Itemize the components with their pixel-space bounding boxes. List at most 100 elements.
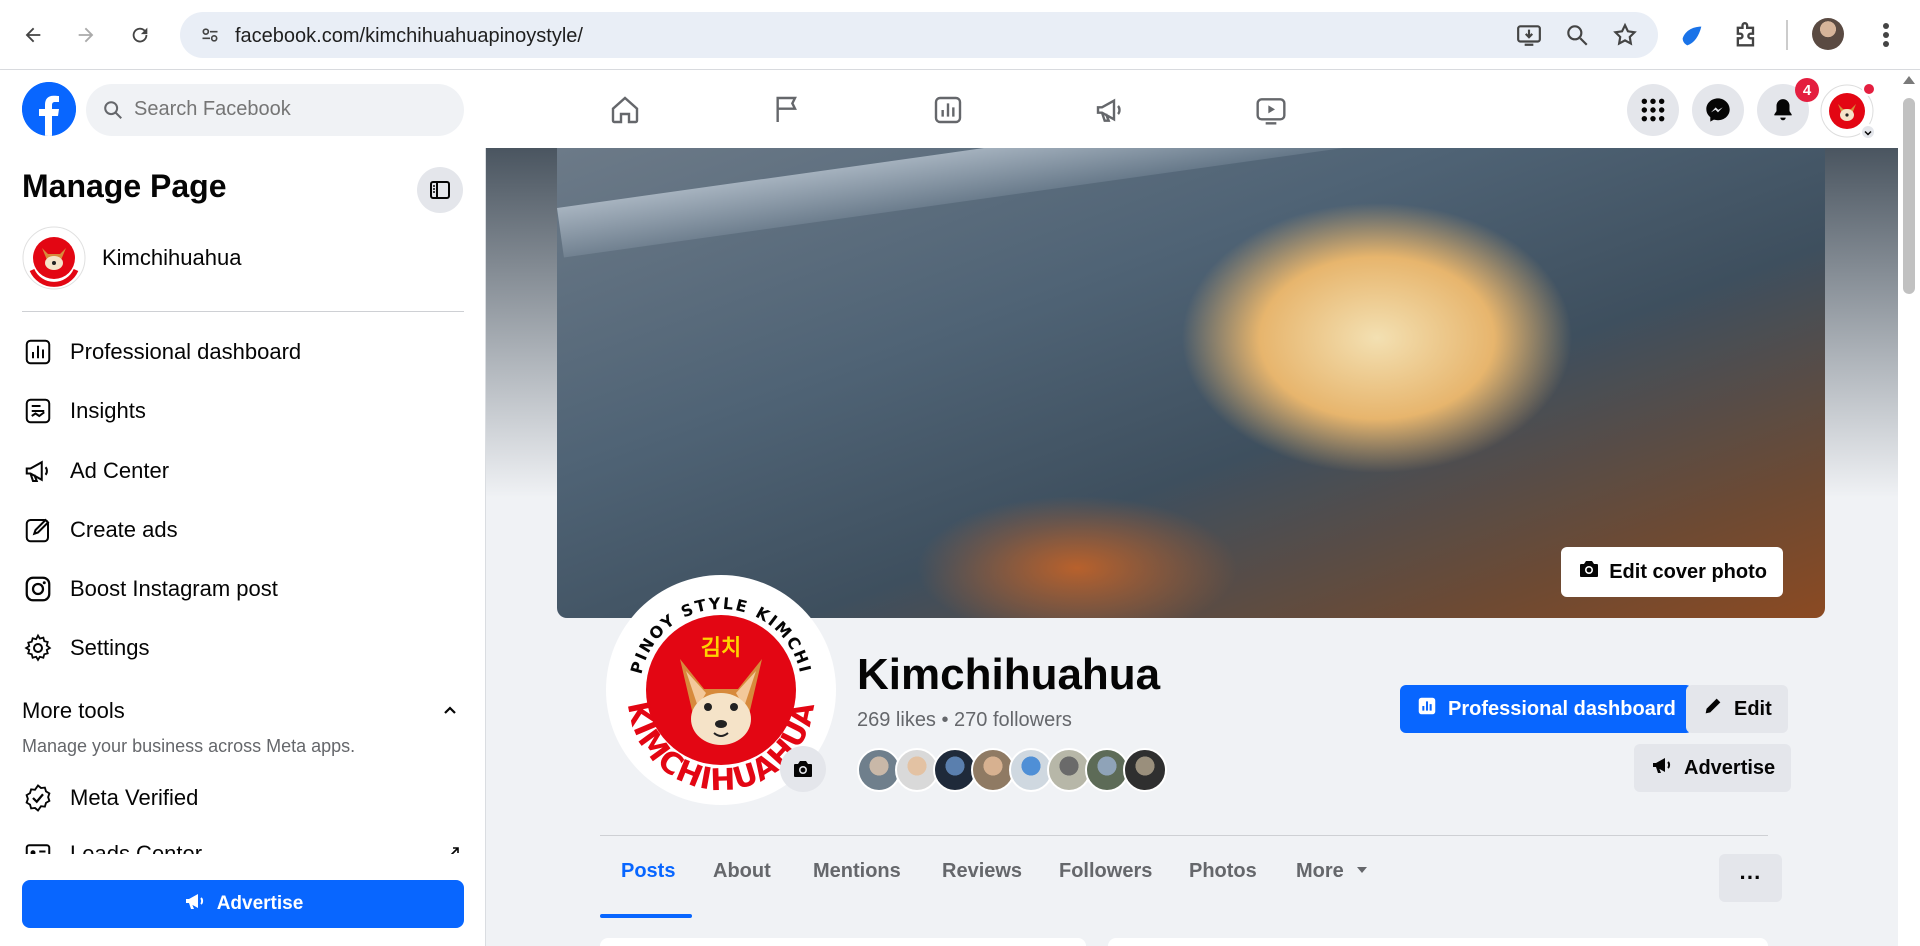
collapse-sidebar-icon[interactable] (417, 167, 463, 213)
page-scrollbar[interactable] (1898, 70, 1920, 946)
search-icon (102, 99, 124, 126)
address-bar[interactable]: facebook.com/kimchihuahuapinoystyle/ (180, 12, 1658, 58)
tab-more[interactable]: More (1296, 860, 1369, 883)
logo-korean-text: 김치 (701, 636, 741, 661)
sidebar-item-label: Insights (70, 398, 146, 423)
active-tab-indicator (600, 914, 692, 918)
site-info-icon[interactable] (200, 25, 220, 50)
back-icon[interactable] (16, 18, 50, 52)
sidebar-item-meta-verified[interactable]: Meta Verified (22, 776, 464, 820)
page-title: Kimchihuahua (857, 650, 1161, 699)
sidebar-item-label: Boost Instagram post (70, 576, 278, 601)
reload-icon[interactable] (123, 18, 157, 52)
edit-button[interactable]: Edit (1686, 685, 1788, 733)
megaphone-icon (1650, 753, 1674, 783)
browser-toolbar: facebook.com/kimchihuahuapinoystyle/ (0, 0, 1920, 70)
dashboard-icon (1416, 695, 1438, 723)
sidebar-item-create-ads[interactable]: Create ads (22, 508, 464, 552)
notification-badge: 4 (1795, 78, 1819, 102)
notifications-bell-icon[interactable]: 4 (1757, 78, 1819, 136)
more-options-button[interactable]: ··· (1719, 854, 1782, 902)
tab-photos[interactable]: Photos (1189, 860, 1257, 883)
tab-about[interactable]: About (713, 860, 771, 883)
facebook-logo-icon[interactable] (22, 82, 76, 136)
edit-cover-label: Edit cover photo (1609, 560, 1767, 583)
tab-reviews[interactable]: Reviews (942, 860, 1022, 883)
scroll-up-icon[interactable] (1903, 76, 1915, 84)
pencil-icon (22, 514, 54, 546)
page-stats[interactable]: 269 likes • 270 followers (857, 709, 1072, 732)
advertise-label: Advertise (1684, 756, 1776, 779)
sidebar-item-label: Settings (70, 635, 150, 660)
sidebar-page-name: Kimchihuahua (102, 245, 242, 270)
account-avatar[interactable] (1820, 82, 1876, 140)
facebook-search[interactable] (86, 84, 464, 136)
zoom-icon[interactable] (1564, 22, 1590, 53)
sidebar-item-ad-center[interactable]: Ad Center (22, 449, 464, 493)
cover-photo[interactable]: Edit cover photo (557, 148, 1825, 618)
caret-down-icon (1357, 867, 1368, 873)
chrome-profile-avatar[interactable] (1812, 18, 1844, 50)
page-main: Edit cover photo PINOY STYLE KIMCHI KIMC… (486, 148, 1898, 946)
sidebar-page-switcher[interactable]: Kimchihuahua (22, 226, 241, 290)
tab-mentions[interactable]: Mentions (813, 860, 901, 883)
pencil-icon (1702, 695, 1724, 723)
edit-cover-photo-button[interactable]: Edit cover photo (1561, 547, 1783, 597)
intro-card (600, 938, 1086, 946)
professional-dashboard-label: Professional dashboard (1448, 697, 1676, 720)
url-text[interactable]: facebook.com/kimchihuahuapinoystyle/ (235, 25, 583, 48)
sidebar-item-label: Meta Verified (70, 785, 199, 810)
tab-more-label: More (1296, 860, 1344, 882)
video-icon[interactable] (1251, 90, 1291, 130)
account-chevron-icon[interactable] (1860, 124, 1876, 140)
chrome-menu-icon[interactable] (1882, 22, 1890, 53)
account-alert-dot (1862, 82, 1876, 96)
instagram-icon (22, 573, 54, 605)
sidebar-item-label: Professional dashboard (70, 339, 302, 364)
cover-photo-detail (557, 148, 1820, 258)
sidebar-item-settings[interactable]: Settings (22, 626, 464, 670)
flag-icon[interactable] (767, 90, 807, 130)
more-tools-subtitle: Manage your business across Meta apps. (22, 736, 356, 756)
gear-icon (22, 632, 54, 664)
follower-avatar[interactable] (1123, 748, 1167, 792)
forward-icon[interactable] (69, 18, 103, 52)
sidebar-divider (22, 311, 464, 312)
sidebar-advertise-button[interactable]: Advertise (22, 880, 464, 928)
page-avatar (22, 226, 86, 290)
messenger-icon[interactable] (1692, 84, 1744, 136)
advertise-button[interactable]: Advertise (1634, 744, 1792, 792)
tab-followers[interactable]: Followers (1059, 860, 1152, 883)
professional-dashboard-button[interactable]: Professional dashboard (1400, 685, 1692, 733)
scroll-thumb[interactable] (1903, 98, 1915, 294)
install-app-icon[interactable] (1516, 22, 1542, 53)
composer-card (1108, 938, 1768, 946)
home-icon[interactable] (605, 90, 645, 130)
sidebar-item-boost-instagram[interactable]: Boost Instagram post (22, 567, 464, 611)
extension-blue-icon[interactable] (1678, 22, 1706, 55)
sidebar-item-insights[interactable]: Insights (22, 389, 464, 433)
megaphone-icon (183, 889, 207, 919)
insights-icon (22, 395, 54, 427)
verified-icon (22, 782, 54, 814)
camera-icon (1577, 557, 1601, 587)
insights-icon[interactable] (928, 90, 968, 130)
tab-posts[interactable]: Posts (621, 860, 675, 883)
sidebar-item-label: Ad Center (70, 458, 170, 483)
edit-label: Edit (1734, 697, 1772, 720)
sidebar-item-professional-dashboard[interactable]: Professional dashboard (22, 330, 464, 374)
more-tools-title[interactable]: More tools (22, 698, 125, 724)
extensions-puzzle-icon[interactable] (1732, 22, 1760, 55)
sidebar-title: Manage Page (22, 168, 227, 204)
update-profile-picture-camera-icon[interactable] (780, 746, 826, 792)
facebook-header: 4 (0, 70, 1920, 148)
toolbar-divider (1786, 20, 1788, 50)
tabs-divider (600, 835, 1768, 836)
search-input[interactable] (134, 98, 444, 121)
sidebar-item-label: Create ads (70, 517, 178, 542)
dashboard-icon (22, 336, 54, 368)
chevron-up-icon[interactable] (440, 700, 460, 725)
menu-grid-icon[interactable] (1627, 84, 1679, 136)
bookmark-star-icon[interactable] (1612, 22, 1638, 53)
megaphone-icon[interactable] (1090, 90, 1130, 130)
